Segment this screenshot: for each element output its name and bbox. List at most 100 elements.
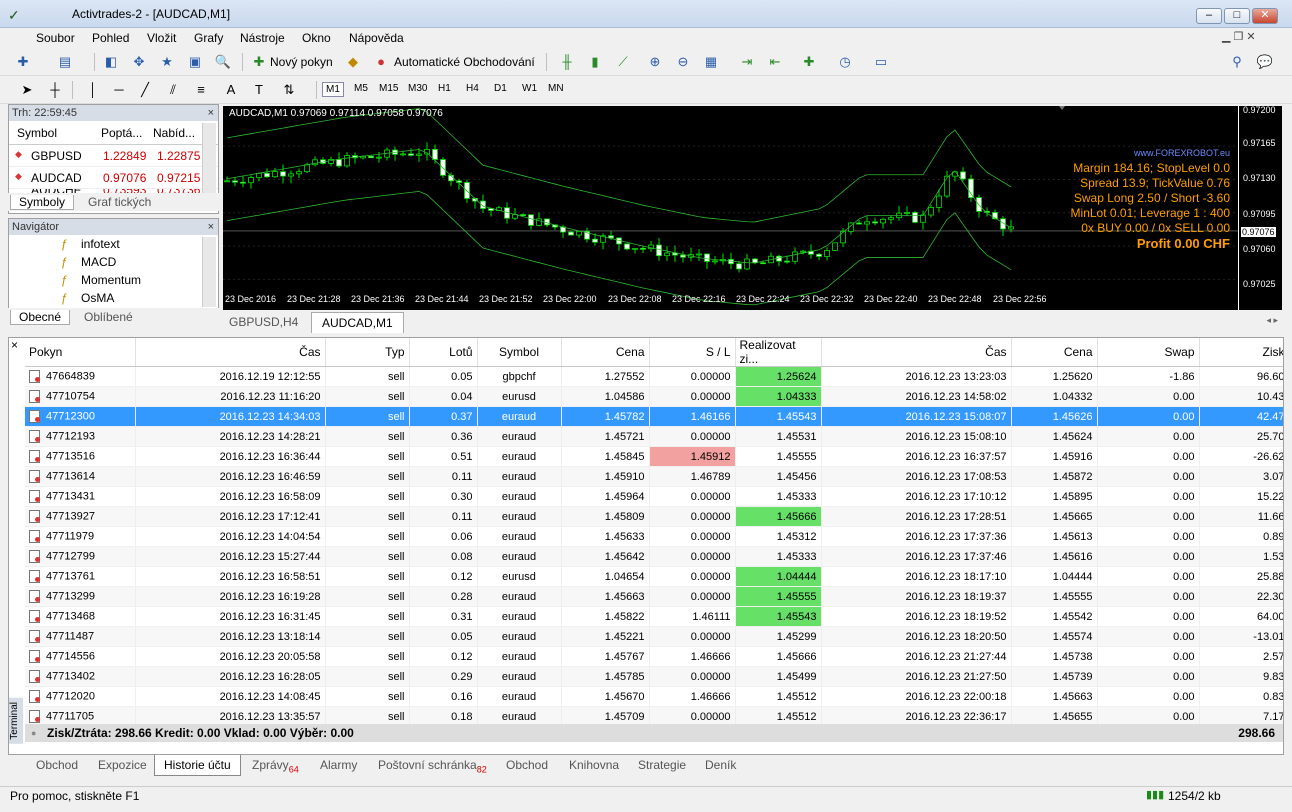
table-row[interactable]: 47711705 2016.12.23 13:35:57 sell 0.18 eurau…: [25, 706, 1283, 724]
arrows-icon[interactable]: ⇅: [280, 81, 298, 99]
tf-mn[interactable]: MN: [545, 82, 567, 95]
nav-item[interactable]: ƒ Momentum: [9, 271, 218, 289]
menu-okno[interactable]: Okno: [302, 31, 331, 45]
tab-obchod-2[interactable]: Obchod: [506, 758, 548, 772]
market-watch-icon[interactable]: ◧: [102, 53, 120, 71]
col-header[interactable]: Lotů: [409, 338, 478, 367]
table-row[interactable]: 47711487 2016.12.23 13:18:14 sell 0.05 eurau…: [25, 626, 1283, 647]
navigator-icon[interactable]: ★: [158, 53, 176, 71]
mdi-controls[interactable]: ▁ ❐ ✕: [1222, 30, 1256, 43]
tile-windows-icon[interactable]: ▦: [702, 53, 720, 71]
menu-soubor[interactable]: Soubor: [36, 31, 75, 45]
scrollbar[interactable]: [202, 123, 216, 195]
tf-m5[interactable]: M5: [351, 82, 371, 95]
zoom-in-icon[interactable]: ⊕: [646, 53, 664, 71]
table-row[interactable]: 47712300 2016.12.23 14:34:03 sell 0.37 eurau…: [25, 406, 1283, 427]
fibonacci-icon[interactable]: ≡: [192, 81, 210, 99]
new-order-icon[interactable]: ✚: [250, 53, 268, 71]
table-row[interactable]: 47713761 2016.12.23 16:58:51 sell 0.12 eurus…: [25, 566, 1283, 587]
profiles-icon[interactable]: ▤: [56, 53, 74, 71]
tab-historie-uctu[interactable]: Historie účtu: [154, 755, 241, 776]
tf-m15[interactable]: M15: [376, 82, 401, 95]
indicators-icon[interactable]: ✚: [800, 53, 818, 71]
close-icon[interactable]: ×: [11, 338, 18, 352]
auto-trading-button[interactable]: Automatické Obchodování: [394, 55, 535, 69]
tab-strategie[interactable]: Strategie: [638, 758, 686, 772]
data-window-icon[interactable]: ✥: [130, 53, 148, 71]
table-row[interactable]: 47712799 2016.12.23 15:27:44 sell 0.08 eurau…: [25, 546, 1283, 567]
bar-chart-icon[interactable]: ╫: [558, 53, 576, 71]
col-header[interactable]: Čas: [135, 338, 326, 367]
col-header[interactable]: Typ: [325, 338, 410, 367]
market-row[interactable]: ◆ AUDCAD 0.97076 0.97215: [9, 167, 218, 189]
tf-m30[interactable]: M30: [405, 82, 430, 95]
close-icon[interactable]: ×: [208, 219, 214, 235]
line-chart-icon[interactable]: ⟋: [614, 53, 632, 71]
tab-gbpusd-h4[interactable]: GBPUSD,H4: [229, 315, 298, 329]
table-row[interactable]: 47710754 2016.12.23 11:16:20 sell 0.04 eurus…: [25, 386, 1283, 407]
crosshair-icon[interactable]: ┼: [46, 81, 64, 99]
close-icon[interactable]: ×: [208, 105, 214, 121]
table-row[interactable]: 47712020 2016.12.23 14:08:45 sell 0.16 eurau…: [25, 686, 1283, 707]
price-chart[interactable]: AUDCAD,M1 0.97069 0.97114 0.97058 0.9707…: [223, 105, 1282, 310]
tester-icon[interactable]: 🔍: [214, 53, 232, 71]
table-row[interactable]: 47713927 2016.12.23 17:12:41 sell 0.11 eurau…: [25, 506, 1283, 527]
search-icon[interactable]: ⚲: [1228, 53, 1246, 71]
tabs-scroll-icon[interactable]: ◂ ▸: [1266, 315, 1278, 326]
tf-h1[interactable]: H1: [435, 82, 454, 95]
col-header[interactable]: Pokyn: [25, 338, 136, 367]
metaeditor-icon[interactable]: ◆: [344, 53, 362, 71]
menu-pohled[interactable]: Pohled: [92, 31, 129, 45]
col-header[interactable]: S / L: [649, 338, 736, 367]
table-row[interactable]: 47713468 2016.12.23 16:31:45 sell 0.31 eurau…: [25, 606, 1283, 627]
col-header[interactable]: Zisk: [1199, 338, 1283, 367]
minimize-button[interactable]: –: [1196, 8, 1222, 24]
zoom-out-icon[interactable]: ⊖: [674, 53, 692, 71]
market-row[interactable]: ◆ GBPUSD 1.22849 1.22875: [9, 145, 218, 167]
tf-d1[interactable]: D1: [491, 82, 510, 95]
chart-shift-icon[interactable]: ⇤: [766, 53, 784, 71]
table-row[interactable]: 47714556 2016.12.23 20:05:58 sell 0.12 eurau…: [25, 646, 1283, 667]
table-row[interactable]: 47711979 2016.12.23 14:04:54 sell 0.06 eurau…: [25, 526, 1283, 547]
tab-zpravy[interactable]: Zprávy64: [252, 758, 299, 774]
tab-obecne[interactable]: Obecné: [10, 310, 71, 325]
table-row[interactable]: 47713516 2016.12.23 16:36:44 sell 0.51 eurau…: [25, 446, 1283, 467]
tab-expozice[interactable]: Expozice: [98, 758, 147, 772]
trendline-icon[interactable]: ╱: [136, 81, 154, 99]
periods-icon[interactable]: ◷: [836, 53, 854, 71]
vertical-line-icon[interactable]: │: [84, 81, 102, 99]
col-header[interactable]: Cena: [561, 338, 650, 367]
tf-w1[interactable]: W1: [519, 82, 540, 95]
menu-vlozit[interactable]: Vložit: [147, 31, 176, 45]
col-header[interactable]: Čas: [821, 338, 1012, 367]
tab-denik[interactable]: Deník: [705, 758, 736, 772]
maximize-button[interactable]: □: [1224, 8, 1250, 24]
new-chart-icon[interactable]: ✚: [14, 53, 32, 71]
col-ask[interactable]: Nabíd...: [153, 126, 195, 140]
auto-trading-icon[interactable]: ●: [372, 53, 390, 71]
table-row[interactable]: 47713431 2016.12.23 16:58:09 sell 0.30 eurau…: [25, 486, 1283, 507]
col-symbol[interactable]: Symbol: [17, 126, 57, 140]
tab-oblibene[interactable]: Oblíbené: [84, 310, 133, 324]
tab-obchod[interactable]: Obchod: [36, 758, 78, 772]
tf-h4[interactable]: H4: [463, 82, 482, 95]
table-row[interactable]: 47713402 2016.12.23 16:28:05 sell 0.29 eurau…: [25, 666, 1283, 687]
nav-item[interactable]: ƒ OsMA: [9, 289, 218, 307]
nav-item[interactable]: ƒ infotext: [9, 235, 218, 253]
table-row[interactable]: 47664839 2016.12.19 12:12:55 sell 0.05 gbpch…: [25, 366, 1283, 387]
tab-audcad-m1[interactable]: AUDCAD,M1: [311, 312, 404, 333]
menu-grafy[interactable]: Grafy: [194, 31, 223, 45]
col-header[interactable]: Swap: [1097, 338, 1200, 367]
autoscroll-icon[interactable]: ⇥: [738, 53, 756, 71]
channel-icon[interactable]: ⫽: [164, 81, 182, 99]
scrollbar[interactable]: [202, 237, 216, 307]
menu-napoveda[interactable]: Nápověda: [349, 31, 404, 45]
tab-alarmy[interactable]: Alarmy: [320, 758, 357, 772]
tf-m1[interactable]: M1: [322, 82, 344, 97]
col-header[interactable]: Realizovat zi...: [735, 338, 822, 367]
close-button[interactable]: ✕: [1252, 8, 1278, 24]
text-icon[interactable]: A: [222, 81, 240, 99]
chat-icon[interactable]: 💬: [1256, 53, 1274, 71]
candle-chart-icon[interactable]: ▮: [586, 53, 604, 71]
col-bid[interactable]: Poptá...: [101, 126, 142, 140]
